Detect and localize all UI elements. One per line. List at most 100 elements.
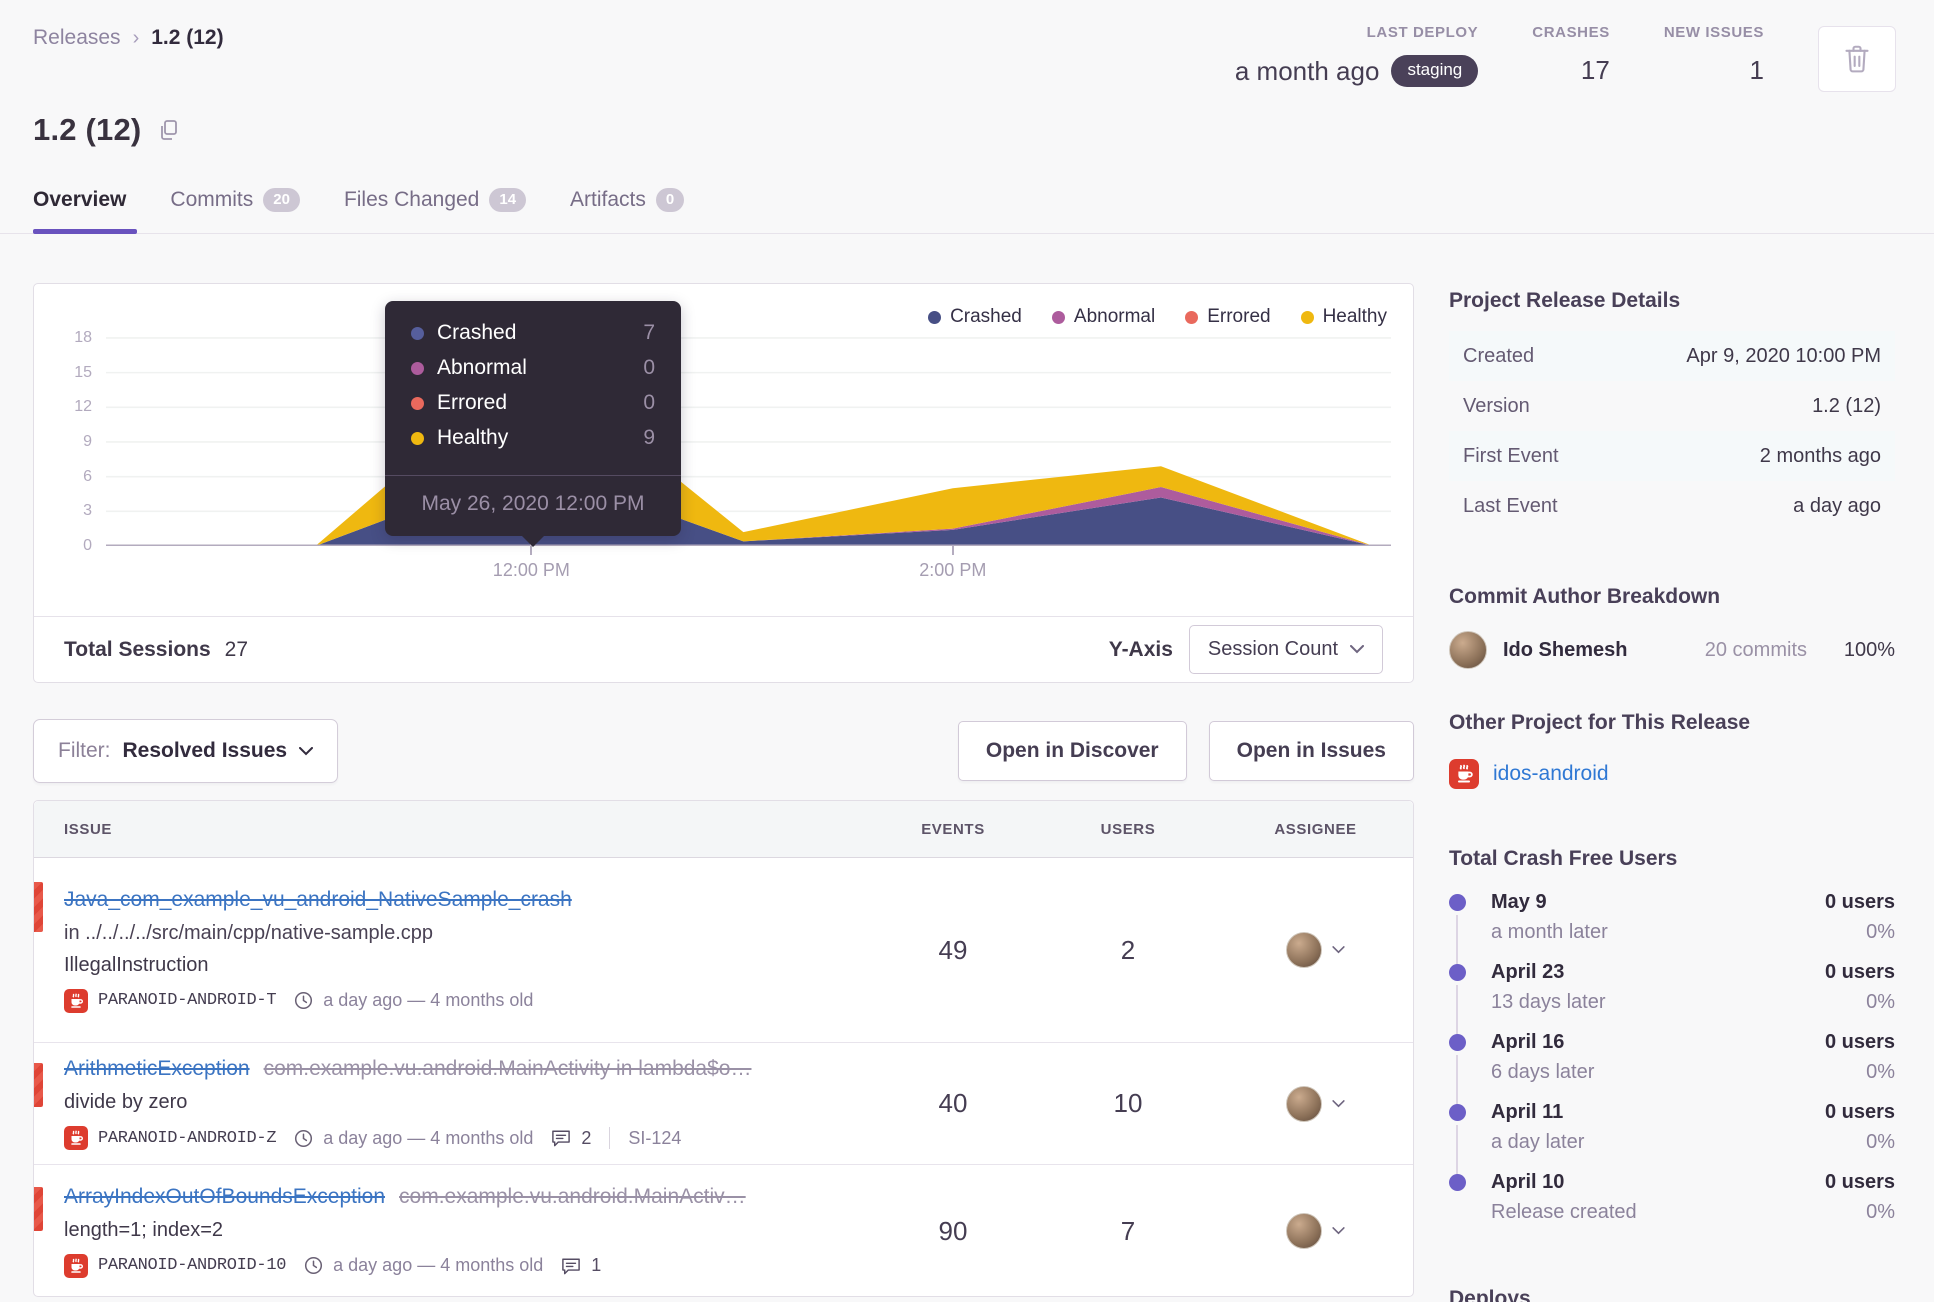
issue-age: a day ago — 4 months old [323,990,534,1010]
legend-item-errored[interactable]: Errored [1185,306,1271,328]
issue-message: length=1; index=2 [64,1218,224,1241]
abnormal-dot-icon [411,361,424,375]
tab-commits-label: Commits [170,188,254,211]
staging-badge: staging [1391,55,1479,87]
last-event-value: a day ago [1793,494,1881,517]
stat-last-deploy: LAST DEPLOY a month ago staging [1235,24,1479,87]
table-row: Java_com_example_vu_android_NativeSample… [34,858,1413,1043]
issue-age: a day ago — 4 months old [333,1255,544,1275]
stat-new-issues: NEW ISSUES 1 [1664,24,1764,86]
assignee-dropdown[interactable] [1218,1213,1413,1249]
timeline-percent: 0% [1866,1131,1895,1153]
legend-item-abnormal[interactable]: Abnormal [1051,306,1155,328]
tooltip-abnormal-value: 0 [643,356,655,379]
users-count: 7 [1120,1215,1136,1246]
timeline-connector [1456,915,1458,965]
y-axis-tick-label: 9 [83,432,92,450]
legend-item-healthy[interactable]: Healthy [1300,306,1387,328]
project-slug[interactable]: PARANOID-ANDROID-10 [98,1256,286,1275]
tab-overview[interactable]: Overview [33,188,126,234]
open-in-issues-button[interactable]: Open in Issues [1208,721,1414,781]
events-count: 40 [938,1088,968,1118]
issue-title-link[interactable]: ArithmeticException [64,1057,250,1080]
table-row: ArithmeticException com.example.vu.androi… [34,1043,1413,1165]
tab-artifacts[interactable]: Artifacts 0 [570,188,685,234]
issue-culprit: com.example.vu.android.MainActivity in l… [263,1057,752,1080]
other-project-heading: Other Project for This Release [1449,711,1751,734]
tab-files-changed-badge: 14 [489,188,527,212]
issue-short-id: SI-124 [628,1127,682,1148]
timeline-date: April 11 [1491,1101,1564,1123]
timeline-sublabel: a month later [1491,921,1608,943]
unresolved-marker [34,1187,43,1231]
events-count: 90 [938,1215,968,1246]
other-project-row: idos-android [1449,759,1895,789]
timeline-connector [1456,985,1458,1035]
stacked-area-chart[interactable] [106,331,1391,546]
breadcrumb-releases-link[interactable]: Releases [33,26,121,50]
legend-item-crashed[interactable]: Crashed [928,306,1022,328]
commit-author-row: Ido Shemesh 20 commits 100% [1449,631,1895,669]
events-count: 49 [938,934,968,965]
first-event-value: 2 months ago [1759,444,1881,467]
issue-message: IllegalInstruction [64,953,209,976]
tab-files-changed-label: Files Changed [343,188,480,211]
timeline-users: 0 users [1824,961,1895,983]
crashed-dot-icon [411,326,424,340]
x-axis-tick-label: 12:00 PM [492,560,570,580]
first-event-label: First Event [1463,444,1559,467]
comments-count: 2 [581,1127,592,1148]
timeline-connector [1456,1125,1458,1175]
tabs-divider [0,233,1934,234]
tab-commits[interactable]: Commits 20 [170,188,300,234]
breadcrumb-current: 1.2 (12) [151,26,224,49]
copy-version-button[interactable] [157,118,181,142]
tooltip-healthy-label: Healthy [437,426,509,449]
commit-author-heading: Commit Author Breakdown [1449,585,1721,608]
version-value: 1.2 (12) [1812,394,1881,417]
table-row: ArrayIndexOutOfBoundsException com.exampl… [34,1165,1413,1296]
tooltip-crashed-value: 7 [643,321,655,344]
filter-dropdown[interactable]: Filter: Resolved Issues [33,719,339,783]
chevron-right-icon: › [132,26,140,49]
y-axis-tick-label: 15 [74,363,92,381]
tooltip-healthy-value: 9 [643,426,655,449]
timeline-users: 0 users [1824,1031,1895,1053]
chart-footer: Total Sessions 27 Y-Axis Session Count [34,616,1413,682]
total-sessions-value: 27 [224,637,249,661]
chevron-down-icon [1332,946,1345,954]
other-project-link[interactable]: idos-android [1493,762,1609,786]
sessions-chart-card: Crashed Abnormal Errored Healthy Crashed… [33,283,1414,683]
breadcrumb: Releases › 1.2 (12) [33,26,224,50]
java-project-icon [1449,759,1479,789]
new-issues-label: NEW ISSUES [1663,24,1764,41]
x-axis-tick-label: 2:00 PM [919,560,987,580]
table-header: ISSUE EVENTS USERS ASSIGNEE [34,801,1413,858]
open-in-discover-button[interactable]: Open in Discover [957,721,1187,781]
assignee-dropdown[interactable] [1218,932,1413,968]
author-name: Ido Shemesh [1503,638,1628,661]
timeline-percent: 0% [1866,921,1895,943]
timeline-connector [1456,1055,1458,1105]
release-sidebar: Project Release Details Created Apr 9, 2… [1449,283,1895,1302]
issue-title-link[interactable]: ArrayIndexOutOfBoundsException [64,1185,385,1208]
users-count: 2 [1120,934,1136,965]
assignee-dropdown[interactable] [1218,1085,1413,1122]
project-slug[interactable]: PARANOID-ANDROID-T [98,991,277,1010]
detail-row-created: Created Apr 9, 2020 10:00 PM [1449,331,1895,381]
project-slug[interactable]: PARANOID-ANDROID-Z [98,1129,277,1148]
last-event-label: Last Event [1463,494,1558,517]
assignee-avatar [1286,1085,1322,1122]
issue-culprit: com.example.vu.android.MainActiv… [399,1184,746,1208]
tab-files-changed[interactable]: Files Changed 14 [343,188,527,234]
timeline-sublabel: Release created [1491,1201,1637,1223]
delete-release-button[interactable] [1818,26,1896,92]
page-title-row: 1.2 (12) [33,112,181,148]
yaxis-select[interactable]: Session Count [1188,625,1383,674]
timeline-percent: 0% [1866,991,1895,1013]
version-label: Version [1463,394,1530,417]
issue-title-link[interactable]: Java_com_example_vu_android_NativeSample… [64,888,572,911]
author-avatar [1449,631,1487,669]
project-release-details-heading: Project Release Details [1449,289,1681,312]
errored-legend-dot [1185,310,1199,324]
